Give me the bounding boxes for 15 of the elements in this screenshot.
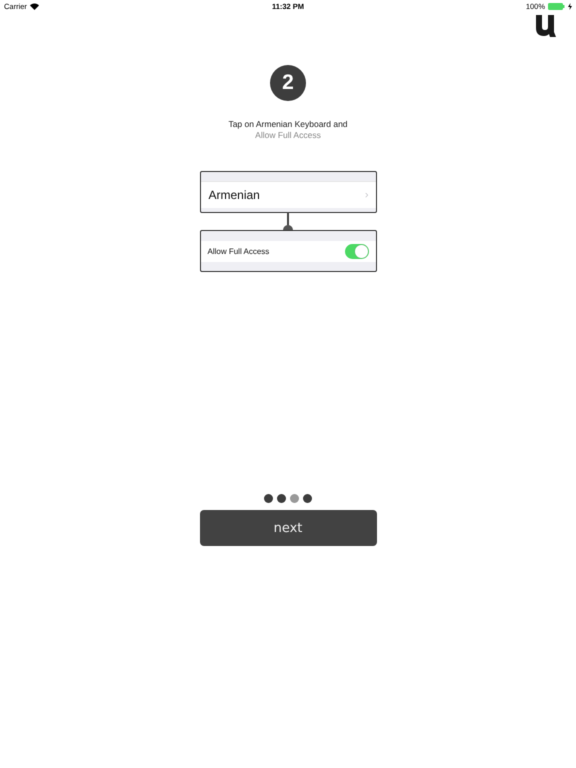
battery-icon xyxy=(548,2,565,10)
logo-icon xyxy=(536,15,556,37)
step-number: 2 xyxy=(270,65,306,101)
wifi-icon xyxy=(30,2,39,10)
access-toggle[interactable] xyxy=(344,244,368,259)
instruction-text: Tap on Armenian Keyboard and xyxy=(228,119,348,129)
instruction-subtext: Allow Full Access xyxy=(255,130,321,140)
page-dot[interactable] xyxy=(303,494,312,503)
page-dot[interactable] xyxy=(277,494,286,503)
keyboard-label[interactable]: Armenian xyxy=(208,188,260,202)
chevron-icon: › xyxy=(364,189,368,201)
access-label: Allow Full Access xyxy=(208,247,270,256)
page-dot[interactable] xyxy=(264,494,273,503)
next-button[interactable]: next xyxy=(200,510,376,546)
page-dot[interactable] xyxy=(290,494,299,503)
